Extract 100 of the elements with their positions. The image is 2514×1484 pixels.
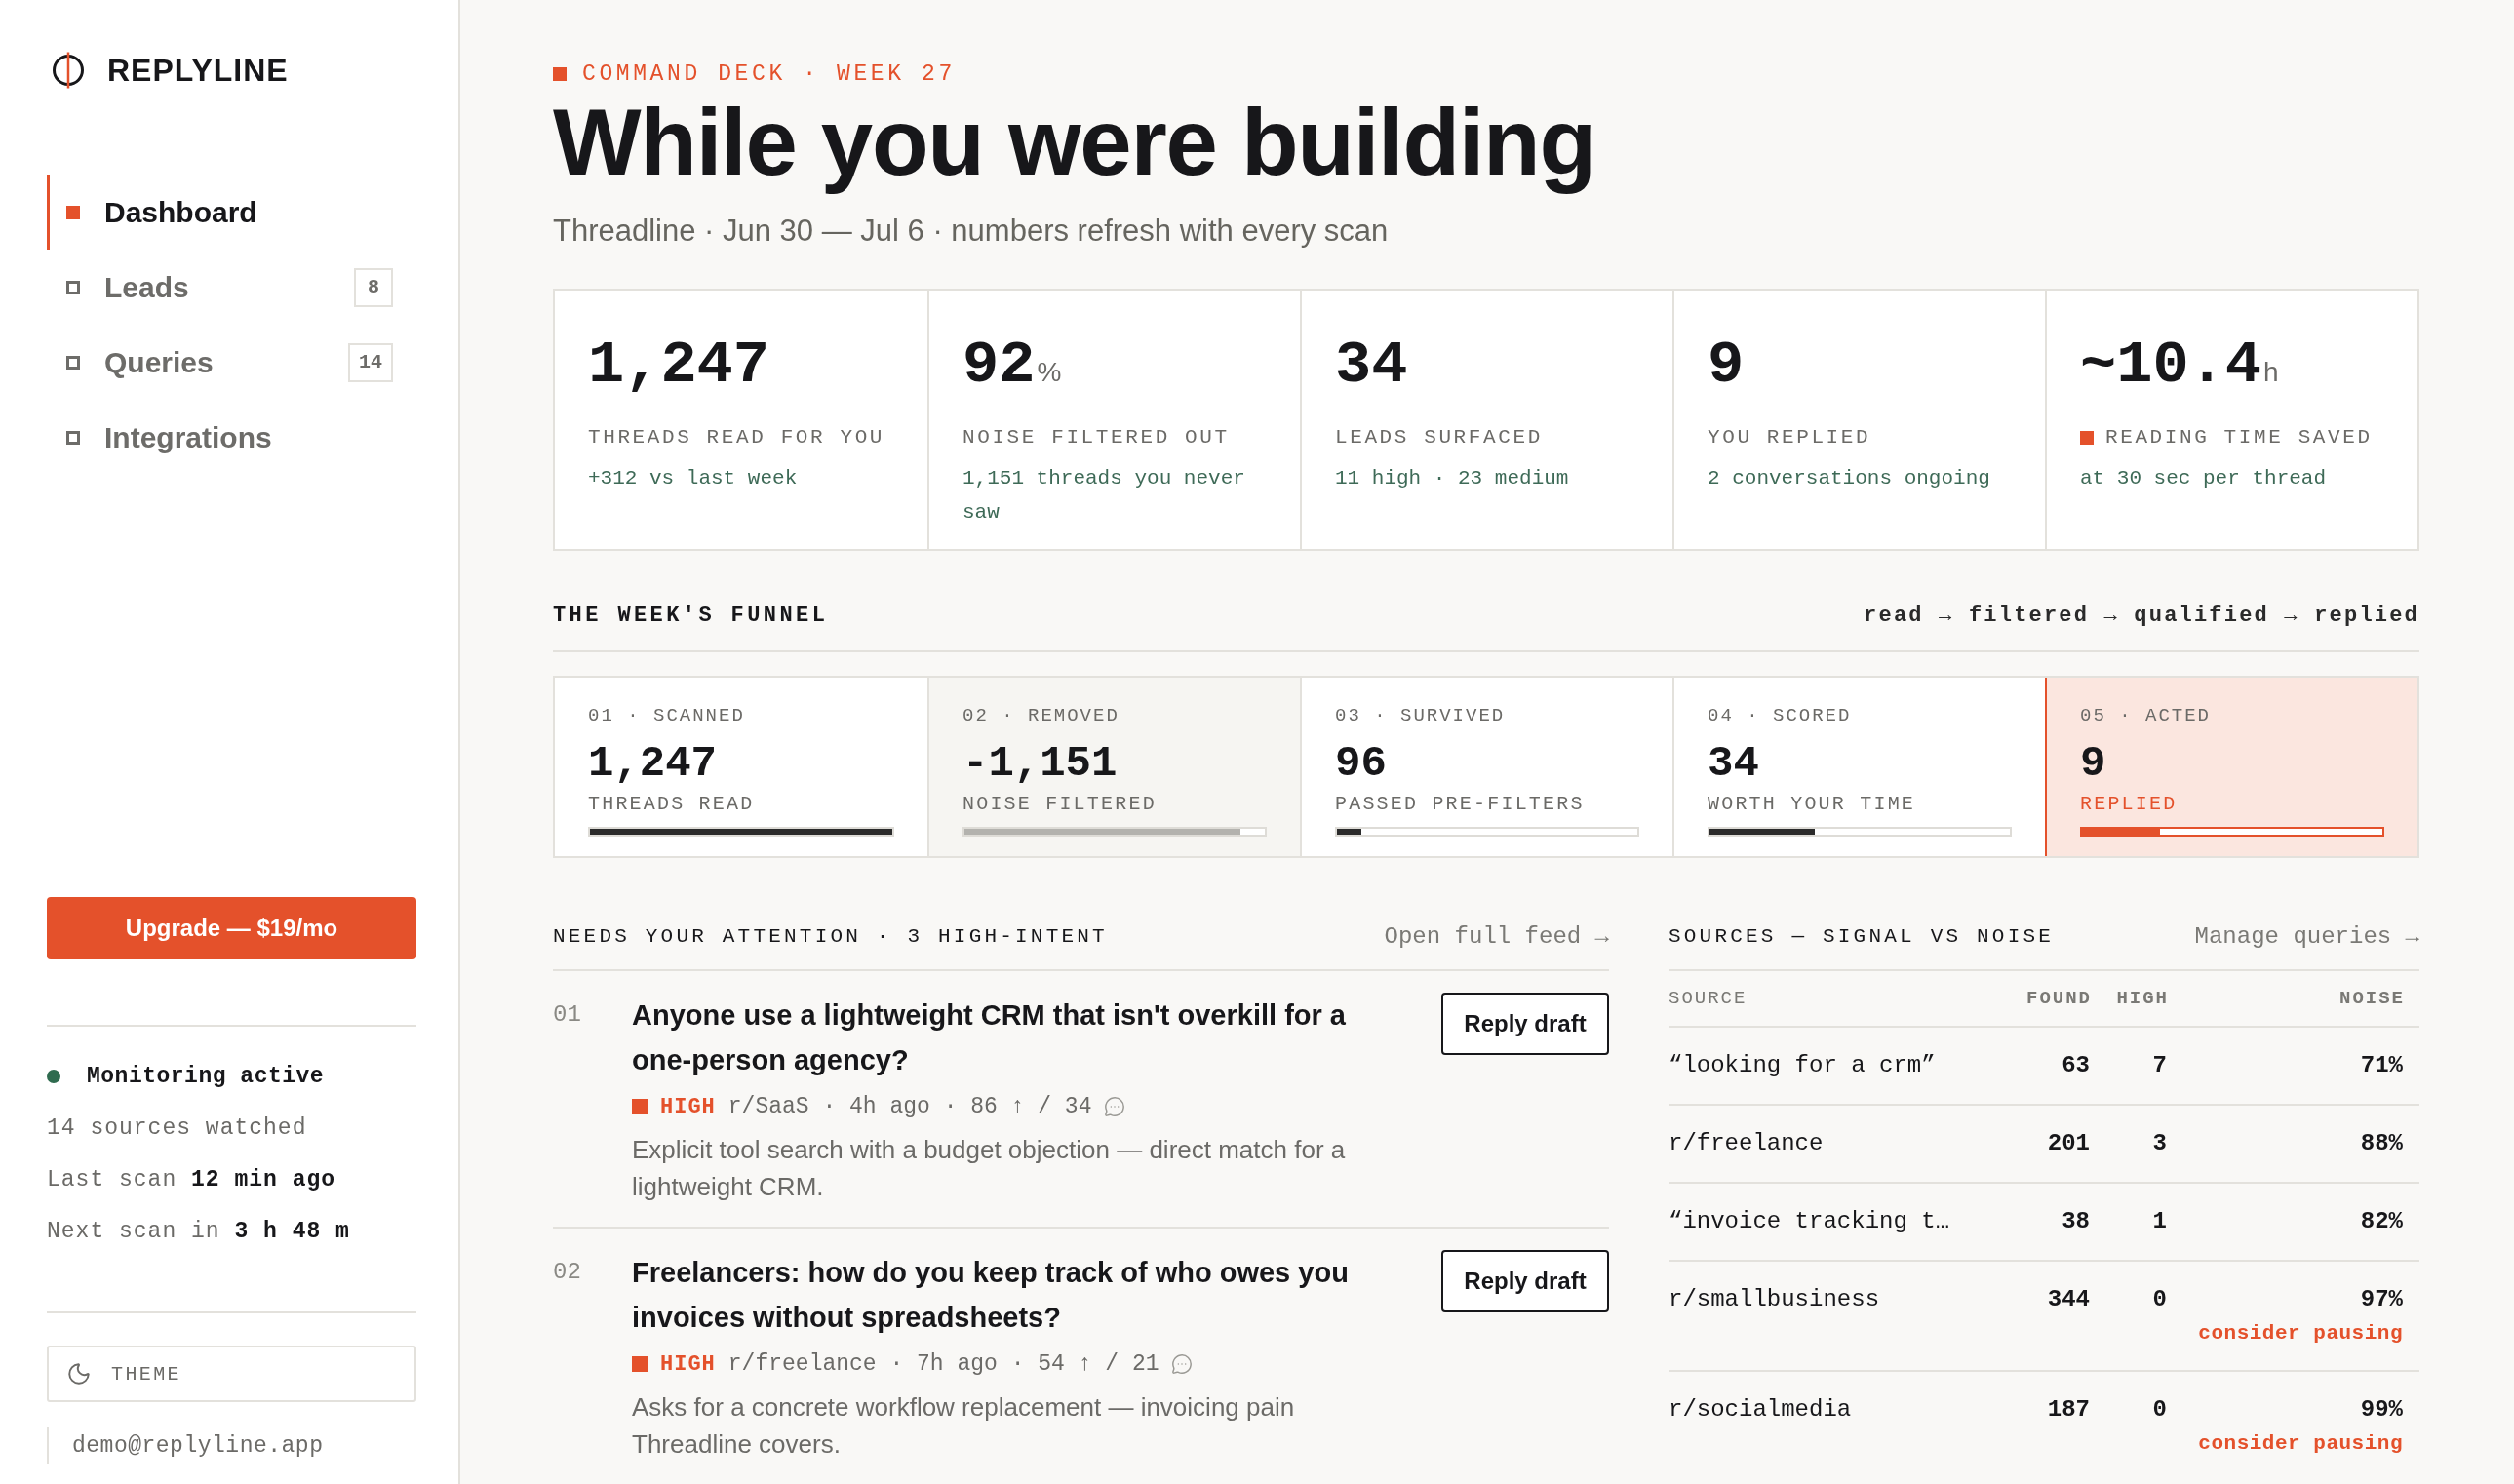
step-value: -1,151 <box>962 740 1119 788</box>
table-cell-text: r/socialmedia <box>1669 1395 1853 1425</box>
stat-label: YOU REPLIED <box>1708 425 1871 450</box>
step-label: 03 · SURVIVED <box>1335 704 1507 729</box>
step-value: 1,247 <box>588 740 719 788</box>
brand-name: REPLYLINE <box>107 53 289 88</box>
funnel-legend: read → filtered → qualified → replied <box>1864 602 2419 632</box>
step-value: 96 <box>1335 740 1388 788</box>
moon-icon <box>66 1361 92 1386</box>
column-header: SOURCE <box>1669 987 1748 1011</box>
stat-unit: h <box>2263 357 2279 388</box>
thread-title: Freelancers: how do you keep track of who owes you invoices without spreadsheets? <box>632 1256 1350 1335</box>
table-cell: 88% <box>2360 1129 2403 1158</box>
table-cell: 0 <box>2152 1285 2167 1314</box>
table-cell-text: “invoice tracking t… <box>1669 1207 1951 1236</box>
reply-button[interactable]: Reply draft <box>1441 993 1609 1055</box>
stat-label: READING TIME SAVED <box>2105 425 2373 450</box>
stat-value: ~10.4 <box>2080 332 2262 400</box>
step-label: 02 · REMOVED <box>962 704 1120 729</box>
item-number: 02 <box>553 1258 582 1287</box>
stat-note: 1,151 threads you never saw <box>962 466 1246 526</box>
thread-meta: r/freelance · 7h ago · 54 ↑ / 21 <box>727 1351 1159 1377</box>
count-badge: 8 <box>354 267 393 307</box>
thread-summary: Explicit tool search with a budget objection — direct match for a lightweight CRM. <box>632 1134 1347 1203</box>
thread-title: Anyone use a lightweight CRM that isn't overkill for a one-person agency? <box>632 998 1347 1077</box>
comment-icon <box>1171 1353 1194 1375</box>
stat-unit: % <box>1037 357 1062 388</box>
table-cell-text: r/smallbusiness <box>1669 1285 1881 1314</box>
stat-note: +312 vs last week <box>588 466 799 491</box>
square-icon <box>632 1356 648 1372</box>
reply-button[interactable]: Reply draft <box>1441 1250 1609 1312</box>
table-cell-text: r/freelance <box>1669 1129 1825 1158</box>
manage-link[interactable]: Manage queries → <box>2194 922 2419 952</box>
table-cell-text: “looking for a crm” <box>1669 1051 1937 1080</box>
table-cell: 0 <box>2152 1395 2167 1425</box>
step-caption: REPLIED <box>2080 792 2179 818</box>
stat-label: THREADS READ FOR YOU <box>588 425 885 450</box>
square-icon <box>553 67 567 81</box>
table-cell: 71% <box>2360 1051 2403 1080</box>
step-caption: NOISE FILTERED <box>962 792 1158 818</box>
funnel-title: THE WEEK'S FUNNEL <box>553 603 829 631</box>
status-text: Monitoring active <box>87 1063 325 1091</box>
monitor-line: Next scan in 3 h 48 m <box>47 1218 351 1246</box>
section-title: SOURCES — SIGNAL VS NOISE <box>1669 924 2055 950</box>
monitor-line: 14 sources watched <box>47 1114 308 1143</box>
stat-value: 9 <box>1708 332 1745 400</box>
comment-icon <box>1104 1096 1126 1117</box>
warning-text: consider pausing <box>2198 1431 2403 1457</box>
square-icon <box>66 280 80 294</box>
account-email: demo@replyline.app <box>47 1427 416 1464</box>
step-label: 05 · ACTED <box>2080 704 2213 729</box>
table-cell: 187 <box>2047 1395 2090 1425</box>
table-cell: 97% <box>2360 1285 2403 1314</box>
priority-label: HIGH <box>660 1094 716 1119</box>
stat-value: 92 <box>962 332 1036 400</box>
warning-text: consider pausing <box>2198 1321 2403 1347</box>
stat-value: 34 <box>1335 332 1408 400</box>
column-header: NOISE <box>2339 987 2405 1011</box>
monitor-line: Last scan 12 min ago <box>47 1166 337 1194</box>
step-caption: PASSED PRE-FILTERS <box>1335 792 1586 818</box>
stat-label: LEADS SURFACED <box>1335 425 1543 450</box>
table-cell: 344 <box>2047 1285 2090 1314</box>
stat-note: 2 conversations ongoing <box>1708 466 1991 491</box>
table-cell: 3 <box>2152 1129 2167 1158</box>
table-cell: 7 <box>2152 1051 2167 1080</box>
item-number: 01 <box>553 1000 582 1030</box>
stat-note: 11 high · 23 medium <box>1335 466 1570 491</box>
step-label: 01 · SCANNED <box>588 704 746 729</box>
column-header: HIGH <box>2116 987 2169 1011</box>
square-icon <box>66 205 80 219</box>
page-subtitle: Threadline · Jun 30 — Jul 6 · numbers refresh with every scan <box>553 213 1390 250</box>
square-icon <box>632 1099 648 1114</box>
upgrade-button[interactable]: Upgrade — $19/mo <box>47 897 416 959</box>
step-value: 34 <box>1708 740 1760 788</box>
nav-item[interactable]: Leads 8 <box>47 250 393 325</box>
step-caption: THREADS READ <box>588 792 756 818</box>
square-icon <box>66 355 80 370</box>
count-badge: 14 <box>348 342 393 382</box>
section-title: NEEDS YOUR ATTENTION · 3 HIGH-INTENT <box>553 924 1108 950</box>
step-caption: WORTH YOUR TIME <box>1708 792 1917 818</box>
step-value: 9 <box>2080 740 2107 788</box>
nav-item[interactable]: Queries 14 <box>47 325 393 400</box>
step-label: 04 · SCORED <box>1708 704 1853 729</box>
eyebrow-label: COMMAND DECK · WEEK 27 <box>582 60 956 88</box>
table-cell: 99% <box>2360 1395 2403 1425</box>
priority-label: HIGH <box>660 1351 716 1377</box>
table-cell: 201 <box>2047 1129 2090 1158</box>
logo-icon <box>53 52 84 89</box>
thread-meta: r/SaaS · 4h ago · 86 ↑ / 34 <box>727 1094 1092 1119</box>
stat-note: at 30 sec per thread <box>2080 466 2328 491</box>
nav-item[interactable]: Integrations <box>47 400 393 475</box>
table-cell: 63 <box>2062 1051 2090 1080</box>
stat-value: 1,247 <box>588 332 770 400</box>
table-cell: 82% <box>2360 1207 2403 1236</box>
table-cell: 38 <box>2062 1207 2090 1236</box>
theme-button[interactable]: THEME <box>47 1346 416 1402</box>
thread-summary: Asks for a concrete workflow replacement — invoicing pain Threadline covers. <box>632 1391 1296 1461</box>
feed-link[interactable]: Open full feed → <box>1384 922 1609 952</box>
nav-item[interactable]: Dashboard <box>47 175 393 250</box>
table-cell: 1 <box>2152 1207 2167 1236</box>
